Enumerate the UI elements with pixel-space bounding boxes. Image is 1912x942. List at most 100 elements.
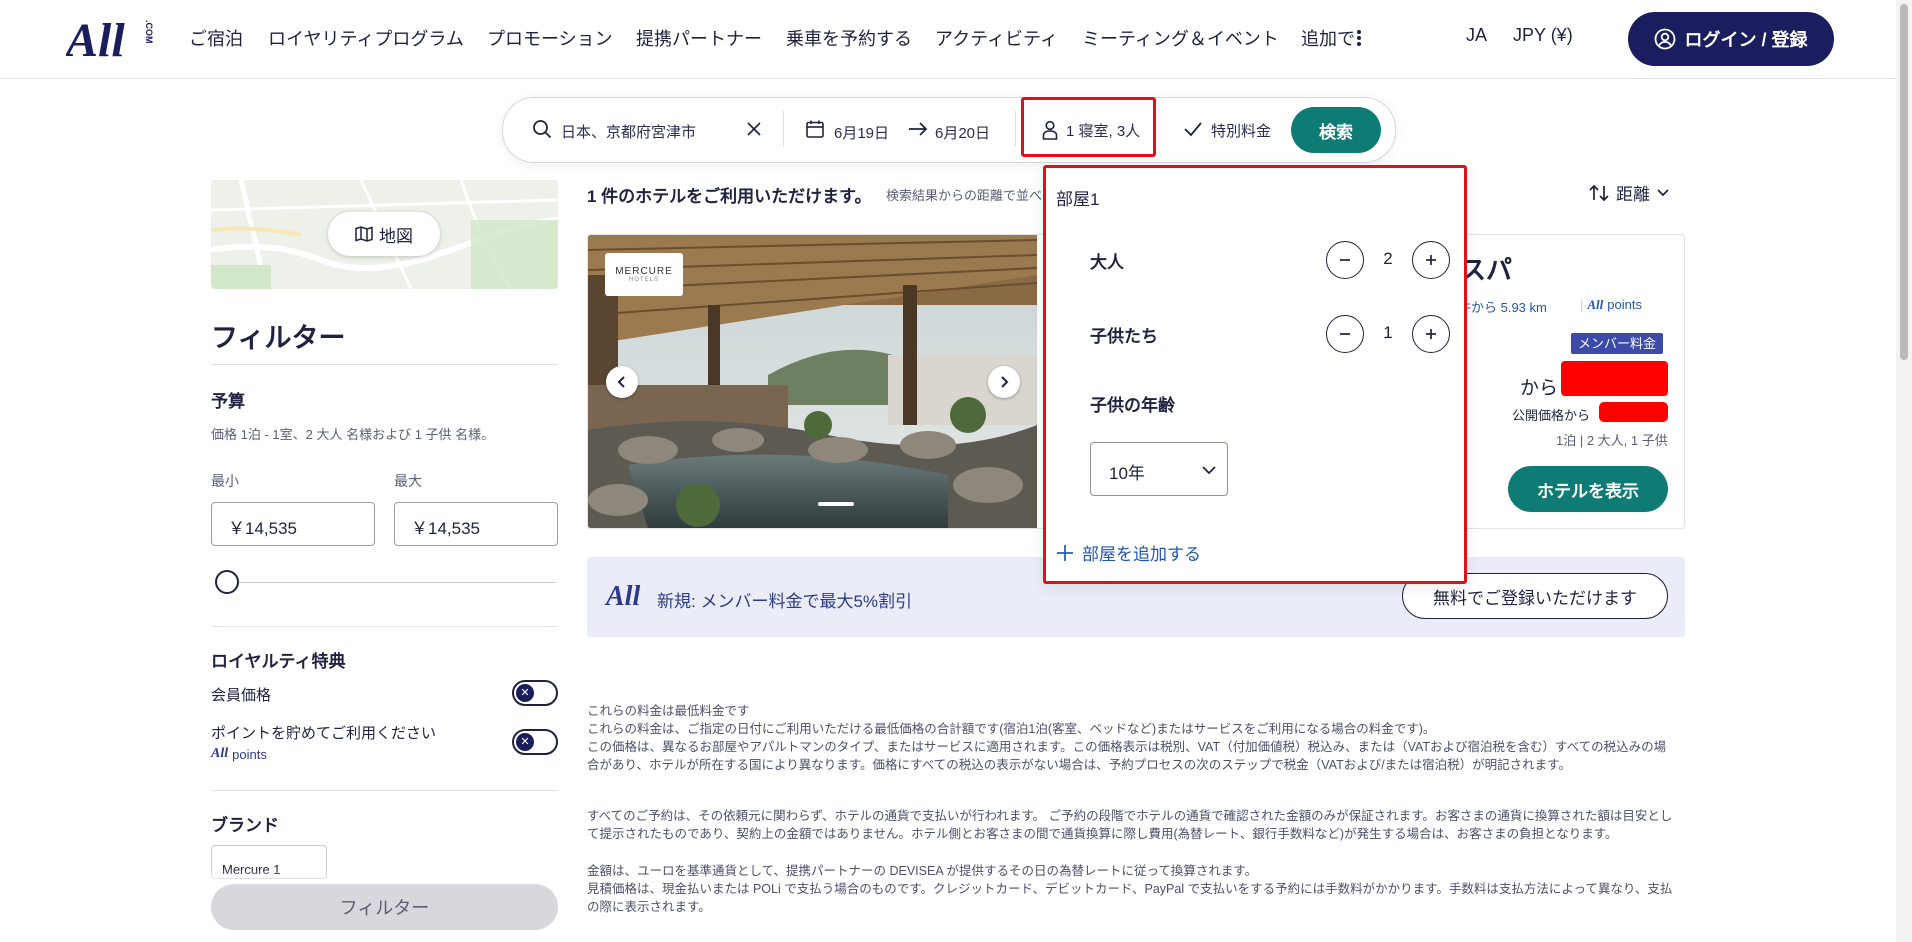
currency-selector[interactable]: JPY (¥)	[1513, 25, 1573, 46]
login-label: ログイン / 登録	[1684, 30, 1808, 50]
nav-meetings-events[interactable]: ミーティング＆イベント	[1082, 25, 1279, 51]
plus-icon	[1424, 327, 1438, 341]
user-circle-icon	[1654, 28, 1676, 50]
public-price-label: 公開価格から	[1512, 408, 1591, 423]
brand-sub: HOTELS	[628, 277, 659, 283]
all-logo[interactable]: All .COM	[66, 14, 156, 62]
member-price-redacted	[1561, 361, 1668, 396]
carousel-next-button[interactable]	[988, 366, 1020, 398]
divider	[783, 111, 784, 147]
children-count: 1	[1383, 323, 1393, 342]
divider	[211, 626, 558, 627]
price-slider-track[interactable]	[228, 582, 556, 583]
disclaimer-line: この価格は、異なるお部屋やアパルトマンのタイプ、またはサービスに適用されます。こ…	[587, 740, 1667, 772]
nav-more[interactable]: 追加で	[1301, 25, 1355, 51]
child-age-select[interactable]: 10年	[1090, 442, 1228, 496]
nav-book-ride[interactable]: 乗車を予約する	[786, 25, 912, 51]
result-count: 1 件のホテルをご利用いただけます。	[587, 187, 872, 206]
login-register-button[interactable]: ログイン / 登録	[1628, 12, 1834, 66]
disclaimer-line: 金額は、ユーロを基準通貨として、提携パートナーの DEVISEA が提供するその…	[587, 864, 1258, 878]
svg-text:.COM: .COM	[144, 20, 154, 44]
special-rate-selector[interactable]: 特別料金	[1211, 120, 1271, 141]
all-logo-small: All	[211, 746, 229, 761]
hotel-distance: 件から 5.93 km	[1458, 300, 1547, 315]
clear-destination-icon[interactable]	[746, 121, 762, 137]
adults-increment-button[interactable]	[1412, 241, 1450, 279]
adults-decrement-button[interactable]	[1326, 241, 1364, 279]
budget-note: 価格 1泊 - 1室、2 大人 名様および 1 子供 名様。	[211, 427, 495, 442]
svg-text:All: All	[66, 14, 125, 62]
nav-promotions[interactable]: プロモーション	[487, 25, 613, 51]
stay-info: 1泊 | 2 大人, 1 子供	[1556, 433, 1668, 448]
member-price-label: 会員価格	[211, 687, 272, 704]
child-age-value: 10年	[1109, 464, 1145, 483]
divider	[211, 790, 558, 791]
hotel-points-tag: | All points	[1580, 297, 1642, 313]
adults-label: 大人	[1090, 253, 1124, 272]
carousel-prev-button[interactable]	[606, 366, 638, 398]
view-hotel-button[interactable]: ホテルを表示	[1508, 466, 1668, 512]
points-label: points	[232, 746, 267, 762]
chevron-down-icon	[1201, 465, 1217, 475]
points-label: points	[1607, 297, 1642, 312]
checkout-date[interactable]: 6月20日	[935, 122, 990, 143]
max-price-input[interactable]: ￥14,535	[394, 502, 558, 546]
close-icon: ✕	[516, 733, 534, 751]
price-slider-handle[interactable]	[215, 570, 239, 594]
sort-arrows-icon	[1588, 184, 1610, 202]
divider	[211, 364, 558, 365]
all-logo-small: All	[1587, 297, 1604, 312]
children-decrement-button[interactable]	[1326, 315, 1364, 353]
disclaimer-line: これらの料金は最低料金です	[587, 704, 750, 718]
nav-partners[interactable]: 提携パートナー	[636, 25, 762, 51]
price-from-label: から	[1520, 378, 1559, 399]
more-vertical-icon[interactable]	[1356, 29, 1362, 47]
occupancy-popover	[1043, 165, 1467, 584]
plus-icon	[1424, 253, 1438, 267]
adults-count: 2	[1383, 249, 1393, 268]
checkin-date[interactable]: 6月19日	[834, 122, 889, 143]
sort-note: 検索結果からの距離で並べ	[886, 188, 1043, 203]
carousel-indicator[interactable]	[818, 502, 854, 506]
child-age-label: 子供の年齢	[1090, 396, 1175, 415]
close-icon: ✕	[516, 684, 534, 702]
check-icon	[1183, 120, 1203, 138]
public-price-redacted	[1599, 402, 1668, 422]
page-scrollbar-thumb[interactable]	[1900, 4, 1908, 360]
sort-dropdown[interactable]: 距離	[1588, 180, 1670, 205]
plus-icon	[1056, 544, 1074, 562]
minus-icon	[1338, 327, 1352, 341]
divider	[1015, 111, 1016, 147]
chevron-down-icon	[1656, 188, 1670, 198]
budget-heading: 予算	[211, 392, 245, 411]
brand-heading: ブランド	[211, 816, 279, 835]
earn-points-toggle[interactable]: ✕	[512, 729, 558, 755]
hotel-name[interactable]: スパ	[1460, 250, 1512, 287]
language-selector[interactable]: JA	[1466, 25, 1487, 46]
destination-input[interactable]: 日本、京都府宮津市	[561, 121, 696, 142]
calendar-icon	[805, 119, 825, 139]
arrow-right-icon	[907, 120, 929, 138]
brand-name: MERCURE	[615, 266, 673, 277]
map-label: 地図	[379, 226, 413, 246]
promo-text: 新規: メンバー料金で最大5%割引	[657, 592, 913, 611]
search-button[interactable]: 検索	[1291, 107, 1381, 153]
nav-loyalty[interactable]: ロイヤリティプログラム	[268, 25, 464, 51]
earn-points-label: ポイントを貯めてご利用ください	[211, 725, 437, 742]
room-title: 部屋1	[1056, 190, 1100, 209]
children-increment-button[interactable]	[1412, 315, 1450, 353]
apply-filter-button[interactable]: フィルター	[211, 884, 558, 930]
chevron-left-icon	[616, 375, 628, 389]
nav-stays[interactable]: ご宿泊	[189, 25, 243, 51]
nav-activities[interactable]: アクティビティ	[935, 25, 1058, 51]
filter-heading: フィルター	[211, 323, 346, 353]
max-label: 最大	[394, 473, 422, 489]
add-room-label: 部屋を追加する	[1082, 545, 1201, 564]
all-points-tag: All points	[211, 746, 267, 762]
map-button[interactable]: 地図	[328, 212, 440, 256]
member-price-toggle[interactable]: ✕	[512, 680, 558, 706]
min-price-input[interactable]: ￥14,535	[211, 502, 375, 546]
mercure-brand-badge: MERCURE HOTELS	[605, 253, 683, 296]
add-room-button[interactable]: 部屋を追加する	[1056, 540, 1201, 565]
search-icon	[532, 119, 552, 139]
